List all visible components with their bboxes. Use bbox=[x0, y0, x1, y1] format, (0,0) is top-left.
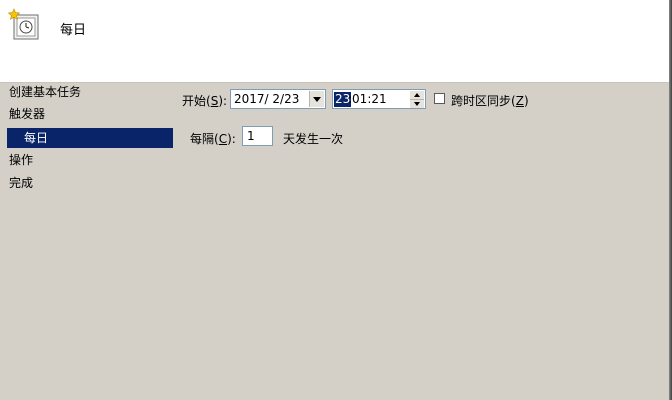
step-action[interactable]: 操作 bbox=[9, 150, 33, 170]
page-title: 每日 bbox=[60, 23, 87, 38]
dropdown-arrow-icon[interactable] bbox=[309, 91, 324, 107]
step-finish[interactable]: 完成 bbox=[9, 173, 33, 193]
start-date-picker[interactable]: 2017/ 2/23 bbox=[230, 89, 326, 109]
spin-down-icon[interactable] bbox=[410, 100, 424, 108]
start-label: 开始(S): bbox=[182, 94, 228, 108]
recur-days-input[interactable]: 1 bbox=[242, 126, 273, 146]
sync-timezone-label[interactable]: 跨时区同步(Z) bbox=[451, 92, 529, 109]
step-trigger[interactable]: 触发器 bbox=[9, 104, 45, 124]
recur-unit-label: 天发生一次 bbox=[283, 132, 344, 146]
spin-up-icon[interactable] bbox=[410, 91, 424, 100]
wizard-header: 每日 bbox=[0, 0, 669, 83]
start-date-value: 2017/ 2/23 bbox=[234, 92, 300, 106]
step-daily[interactable]: 每日 bbox=[7, 128, 173, 148]
sync-timezone-checkbox[interactable] bbox=[434, 93, 445, 104]
calendar-clock-icon bbox=[8, 8, 39, 40]
step-create-basic-task[interactable]: 创建基本任务 bbox=[9, 82, 81, 102]
recur-label: 每隔(C): bbox=[190, 132, 236, 146]
start-time-rest: :01:21 bbox=[348, 92, 387, 106]
start-time-input[interactable]: 23 :01:21 bbox=[332, 89, 426, 109]
